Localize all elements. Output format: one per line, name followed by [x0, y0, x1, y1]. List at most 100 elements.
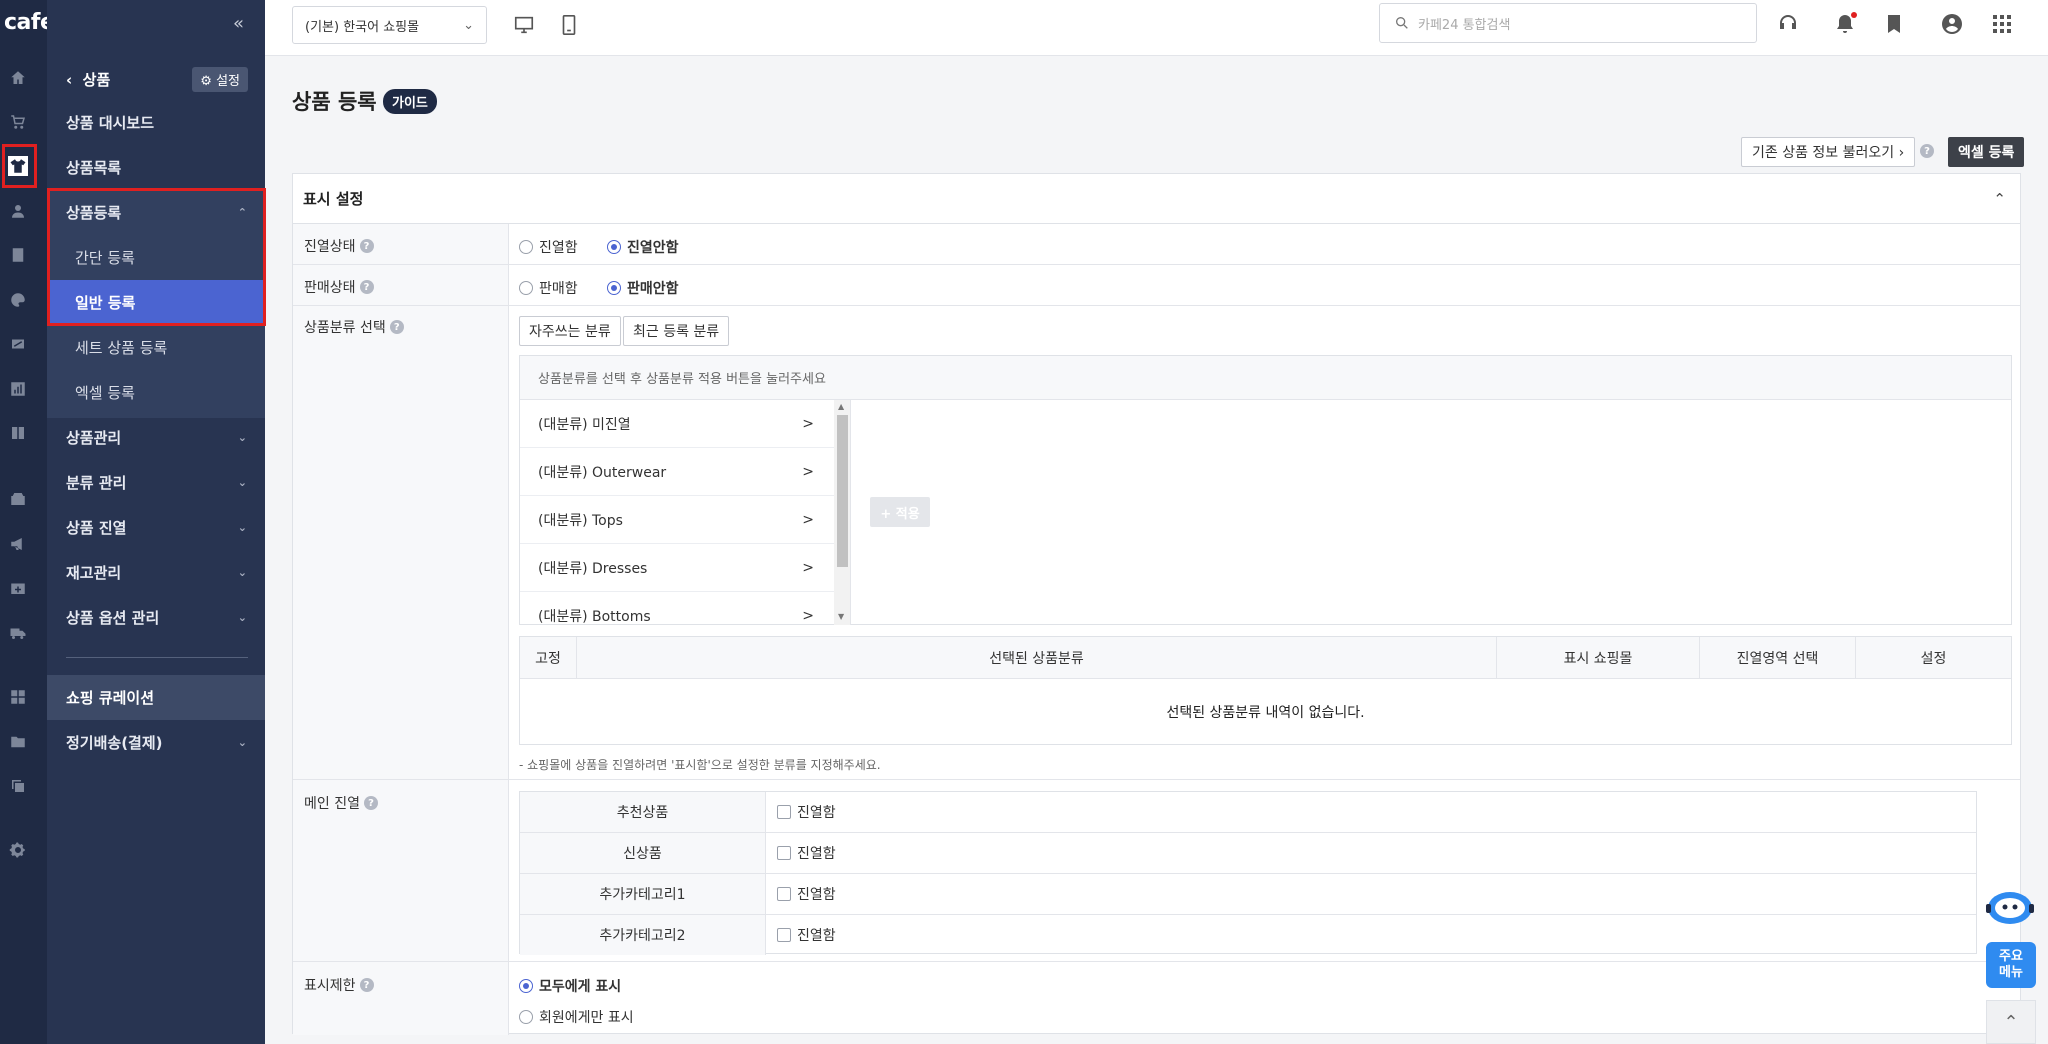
load-existing-product-button[interactable]: 기존 상품 정보 불러오기 › [1741, 137, 1916, 167]
gear-icon[interactable] [8, 840, 28, 860]
list-item[interactable]: (대분류) Dresses > [520, 544, 834, 592]
board-icon[interactable] [8, 245, 28, 265]
palette-icon[interactable] [8, 290, 28, 310]
mobile-icon[interactable] [558, 14, 580, 36]
category-scrollbar[interactable]: ▲ ▼ [834, 400, 850, 625]
notification-dot [1851, 12, 1857, 18]
cart-icon[interactable] [8, 112, 28, 132]
display-members-radio[interactable]: 회원에게만 표시 [519, 1007, 634, 1027]
copy-icon[interactable] [8, 776, 28, 796]
search-input[interactable]: 카페24 통합검색 [1379, 3, 1757, 43]
apps-icon[interactable] [8, 687, 28, 707]
home-icon[interactable] [8, 68, 28, 88]
table-header: 설정 [1856, 637, 2011, 679]
sidebar-item-product-dashboard[interactable]: 상품 대시보드 [47, 100, 265, 145]
row-divider [293, 264, 2020, 265]
sidebar-item-category-manage[interactable]: 분류 관리 ⌄ [47, 460, 265, 505]
sidebar-item-inventory[interactable]: 재고관리 ⌄ [47, 550, 265, 595]
guide-badge[interactable]: 가이드 [383, 89, 437, 114]
help-icon[interactable]: ? [359, 280, 374, 294]
display-all-radio[interactable]: 모두에게 표시 [519, 976, 621, 996]
bookmark-icon[interactable] [1882, 12, 1906, 36]
extra1-display-checkbox[interactable]: 진열함 [777, 874, 836, 914]
book-icon[interactable] [8, 423, 28, 443]
help-icon[interactable]: ? [1920, 144, 1934, 158]
frequent-category-button[interactable]: 자주쓰는 분류 [519, 316, 621, 346]
panel-header[interactable]: 표시 설정 ⌃ [293, 174, 2020, 224]
recent-category-button[interactable]: 최근 등록 분류 [623, 316, 730, 346]
search-icon [1396, 16, 1408, 29]
table-row: 추가카테고리1 진열함 [520, 874, 1976, 915]
collapse-sidebar-icon[interactable]: « [233, 13, 244, 34]
table-row: 신상품 진열함 [520, 833, 1976, 874]
sale-status-off-radio[interactable]: 판매안함 [607, 278, 679, 298]
chevron-up-icon[interactable]: ⌃ [1993, 190, 2006, 208]
chevron-down-icon: ⌄ [237, 611, 247, 624]
row-label: 신상품 [520, 833, 766, 873]
help-icon[interactable]: ? [389, 320, 404, 334]
help-icon[interactable]: ? [359, 239, 374, 253]
display-status-off-radio[interactable]: 진열안함 [607, 237, 679, 257]
list-item[interactable]: (대분류) Bottoms > [520, 592, 834, 625]
new-display-checkbox[interactable]: 진열함 [777, 833, 836, 873]
scroll-thumb[interactable] [837, 415, 848, 567]
help-icon[interactable]: ? [363, 796, 378, 810]
sidebar-item-product-list[interactable]: 상품목록 [47, 145, 265, 190]
empty-message: 선택된 상품분류 내역이 없습니다. [1166, 705, 1365, 721]
chevron-down-icon: ⌄ [463, 17, 474, 33]
store-icon[interactable] [8, 489, 28, 509]
table-row: 추천상품 진열함 [520, 792, 1976, 833]
sidebar-item-product-manage[interactable]: 상품관리 ⌄ [47, 415, 265, 460]
recommend-display-checkbox[interactable]: 진열함 [777, 792, 836, 832]
main-display-table: 추천상품 진열함 신상품 진열함 추가카테고리1 진열함 추가카테고리2 진열함 [519, 791, 1977, 955]
scroll-down-icon[interactable]: ▼ [838, 612, 844, 621]
truck-icon[interactable] [8, 623, 28, 643]
row-label: 추천상품 [520, 792, 766, 832]
excel-register-button[interactable]: 엑셀 등록 [1948, 137, 2025, 167]
sale-status-on-radio[interactable]: 판매함 [519, 278, 578, 298]
list-item[interactable]: (대분류) Outerwear > [520, 448, 834, 496]
category-list: (대분류) 미진열 > (대분류) Outerwear > (대분류) Tops > … [520, 400, 851, 625]
sidebar-item-subscription[interactable]: 정기배송(결제) ⌄ [47, 720, 265, 765]
chatbot-icon[interactable] [1984, 888, 2036, 928]
shop-add-icon[interactable] [8, 578, 28, 598]
display-status-on-radio[interactable]: 진열함 [519, 237, 578, 257]
sidebar-divider [66, 657, 248, 658]
chevron-down-icon: ⌄ [237, 521, 247, 534]
list-item[interactable]: (대분류) Tops > [520, 496, 834, 544]
user-icon[interactable] [8, 201, 28, 221]
table-header: 진열영역 선택 [1700, 637, 1856, 679]
sidebar-item-option-manage[interactable]: 상품 옵션 관리 ⌄ [47, 595, 265, 640]
help-icon[interactable]: ? [359, 978, 374, 992]
stats-icon[interactable] [8, 379, 28, 399]
display-status-label: 진열상태? [304, 236, 374, 256]
list-item[interactable]: (대분류) 미진열 > [520, 400, 834, 448]
display-limit-label: 표시제한? [304, 975, 374, 995]
extra2-display-checkbox[interactable]: 진열함 [777, 915, 836, 955]
back-to-products[interactable]: ‹ 상품 [66, 69, 110, 90]
megaphone-icon[interactable] [8, 534, 28, 554]
main-menu-button[interactable]: 주요 메뉴 [1986, 942, 2036, 988]
category-label: 상품분류 선택? [304, 317, 404, 337]
sidebar-item-set-register[interactable]: 세트 상품 등록 [47, 325, 265, 370]
row-divider [293, 779, 2020, 780]
promo-icon[interactable] [8, 334, 28, 354]
sidebar-item-shopping-curation[interactable]: 쇼핑 큐레이션 [47, 675, 265, 720]
table-header: 선택된 상품분류 [577, 637, 1497, 679]
apply-category-button[interactable]: + 적용 [870, 497, 930, 527]
grid-menu-icon[interactable] [1990, 12, 2014, 36]
scroll-top-button[interactable]: ⌃ [1986, 1000, 2036, 1044]
headset-icon[interactable] [1776, 12, 1800, 36]
mall-select[interactable]: (기본) 한국어 쇼핑몰 ⌄ [292, 6, 487, 44]
sidebar-item-excel-register[interactable]: 엑셀 등록 [47, 370, 265, 415]
desktop-icon[interactable] [513, 14, 535, 36]
row-label: 추가카테고리1 [520, 874, 766, 914]
sidebar-item-product-display[interactable]: 상품 진열 ⌄ [47, 505, 265, 550]
account-icon[interactable] [1940, 12, 1964, 36]
sale-status-label: 판매상태? [304, 277, 374, 297]
settings-button[interactable]: ⚙ 설정 [192, 66, 248, 92]
chevron-down-icon: ⌄ [237, 476, 247, 489]
scroll-up-icon[interactable]: ▲ [838, 402, 844, 411]
folder-icon[interactable] [8, 732, 28, 752]
category-selector: 상품분류를 선택 후 상품분류 적용 버튼을 눌러주세요 (대분류) 미진열 > … [519, 355, 2012, 625]
